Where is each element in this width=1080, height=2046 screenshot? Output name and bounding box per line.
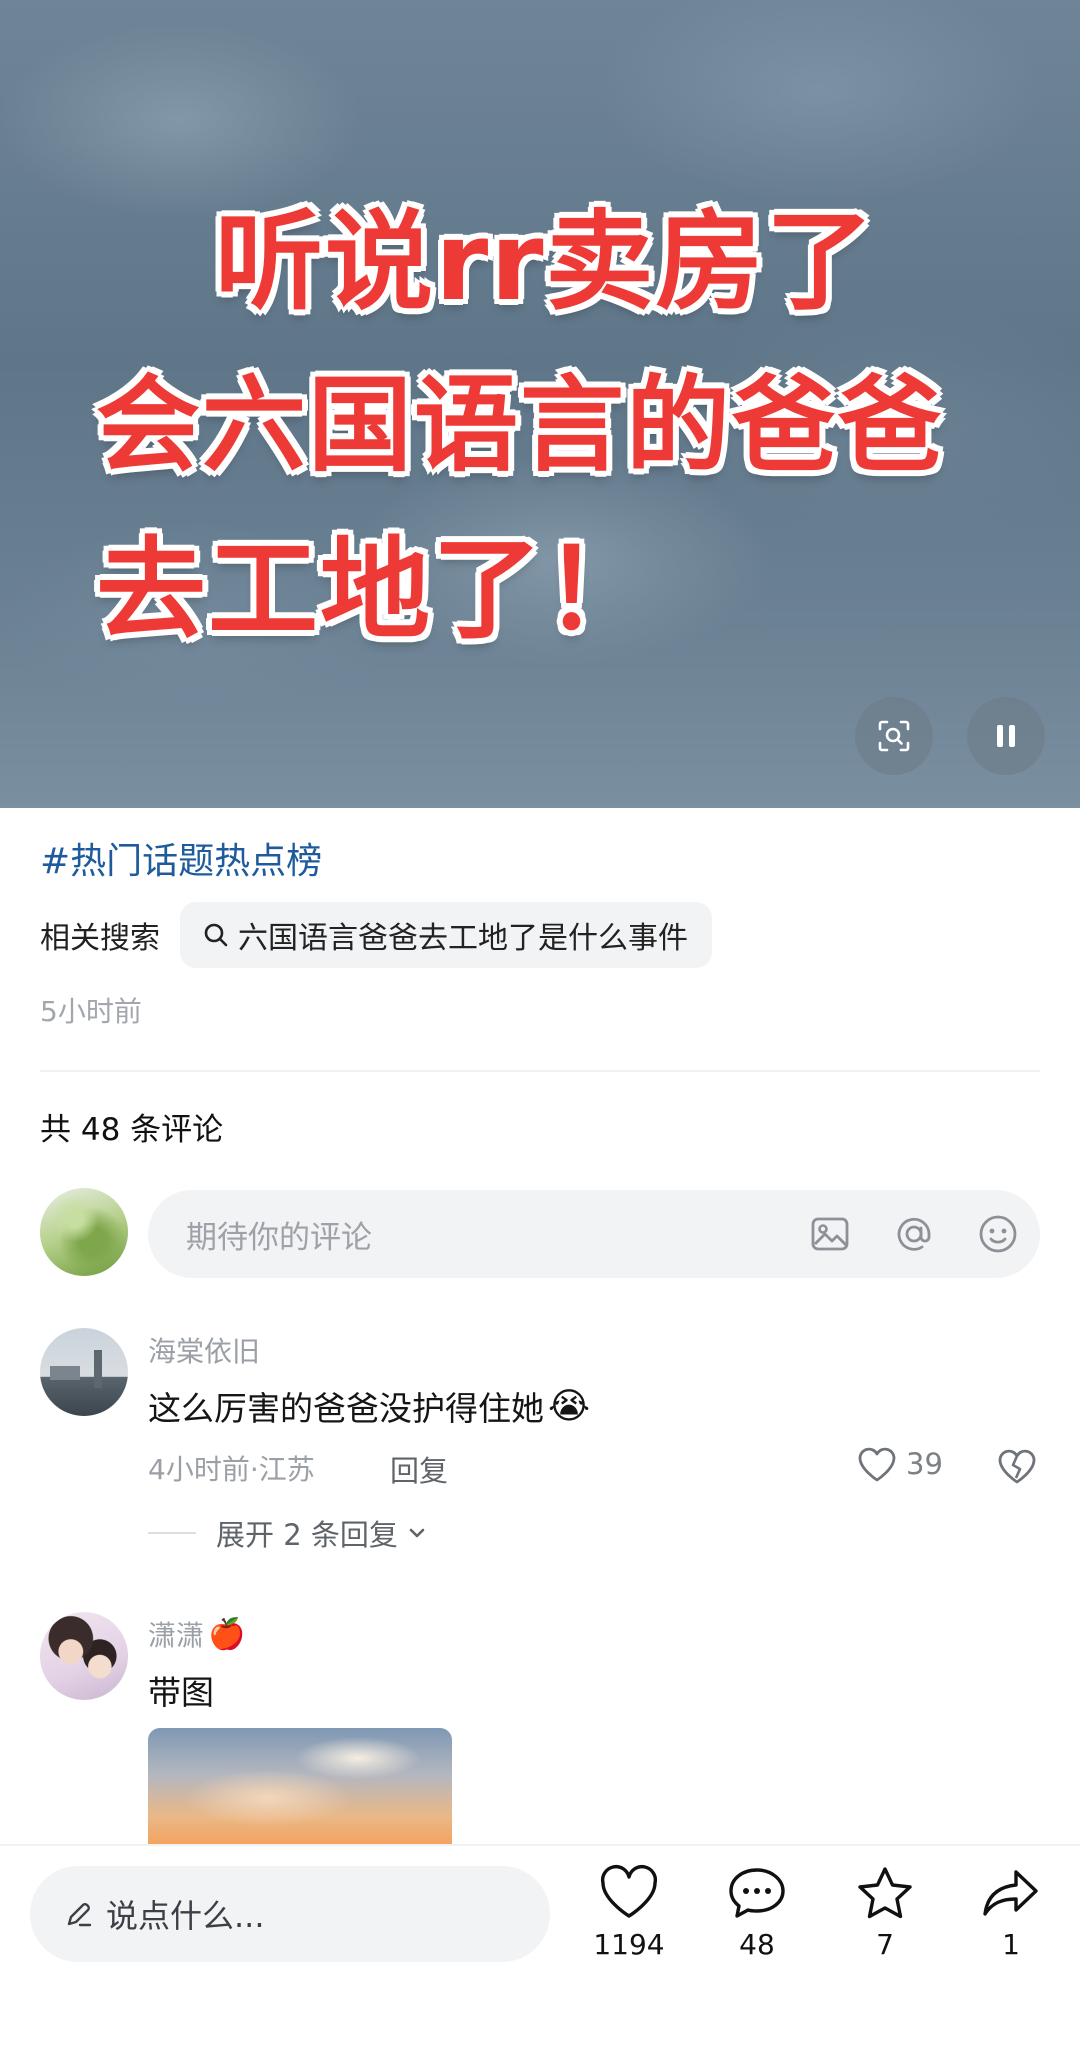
comment-count-heading: 共 48 条评论 xyxy=(40,1112,224,1148)
comment-like-button[interactable]: 39 xyxy=(856,1444,943,1484)
topic-hashtag-link[interactable]: #热门话题热点榜 xyxy=(40,832,322,884)
like-button[interactable]: 1194 xyxy=(574,1864,684,1961)
post-timestamp: 5小时前 xyxy=(40,995,142,1028)
hero-text-line-2: 会六国语言的爸爸 xyxy=(96,364,945,486)
chevron-down-icon xyxy=(409,1528,425,1538)
comment-button[interactable]: 48 xyxy=(702,1864,812,1961)
comment-count: 48 xyxy=(739,1928,775,1961)
comment-text: 这么厉害的爸爸没护得住她 😭 xyxy=(148,1382,590,1430)
like-count: 1194 xyxy=(593,1928,665,1961)
expand-replies-label: 展开 2 条回复 xyxy=(216,1518,398,1552)
commenter-name-text: 潇潇 xyxy=(148,1619,205,1652)
related-search-query: 六国语言爸爸去工地了是什么事件 xyxy=(238,921,688,956)
at-icon xyxy=(897,1217,931,1251)
image-icon xyxy=(811,1217,849,1251)
bottom-action-bar: 说点什么... 1194 48 7 1 xyxy=(0,1844,1080,2046)
comment-text-body: 这么厉害的爸爸没护得住她 xyxy=(148,1389,544,1428)
favorite-button[interactable]: 7 xyxy=(830,1864,940,1961)
image-picker-button[interactable] xyxy=(788,1212,872,1256)
mention-button[interactable] xyxy=(872,1211,956,1257)
expand-replies-button[interactable]: 展开 2 条回复 xyxy=(148,1512,428,1554)
apple-emoji: 🍎 xyxy=(208,1616,246,1652)
divider xyxy=(148,1532,196,1534)
broken-heart-icon xyxy=(998,1449,1036,1484)
share-button[interactable]: 1 xyxy=(956,1864,1066,1961)
pencil-icon xyxy=(67,1903,92,1927)
comment-composer[interactable]: 期待你的评论 xyxy=(148,1190,1040,1278)
comment-bubble-icon xyxy=(729,1868,785,1918)
comment-dislike-button[interactable] xyxy=(996,1446,1038,1490)
commenter-name[interactable]: 海棠依旧 xyxy=(148,1330,260,1370)
star-icon xyxy=(858,1867,912,1919)
share-arrow-icon xyxy=(983,1870,1038,1916)
pause-button[interactable] xyxy=(967,697,1045,775)
emoji-icon xyxy=(979,1215,1017,1253)
related-search-row: 相关搜索 六国语言爸爸去工地了是什么事件 xyxy=(40,902,712,968)
pause-icon xyxy=(997,725,1015,747)
crying-emoji: 😭 xyxy=(548,1385,591,1427)
hero-text-line-1: 听说rr卖房了 xyxy=(215,200,876,325)
my-avatar[interactable] xyxy=(40,1188,128,1276)
commenter-avatar[interactable] xyxy=(40,1328,128,1416)
say-something-placeholder: 说点什么... xyxy=(106,1897,265,1935)
emoji-picker-button[interactable] xyxy=(956,1211,1040,1257)
comment-like-count: 39 xyxy=(906,1447,943,1481)
heart-icon xyxy=(858,1447,896,1482)
reply-button[interactable]: 回复 xyxy=(390,1448,448,1490)
related-search-label: 相关搜索 xyxy=(40,921,160,956)
divider xyxy=(40,1070,1040,1072)
say-something-input[interactable]: 说点什么... xyxy=(30,1866,550,1962)
share-count: 1 xyxy=(1002,1928,1020,1961)
comment-input[interactable]: 期待你的评论 xyxy=(186,1212,788,1257)
related-search-chip[interactable]: 六国语言爸爸去工地了是什么事件 xyxy=(180,902,712,968)
comment-text: 带图 xyxy=(148,1673,214,1712)
commenter-avatar[interactable] xyxy=(40,1612,128,1700)
search-icon xyxy=(204,923,228,947)
commenter-name[interactable]: 潇潇 🍎 xyxy=(148,1614,245,1654)
screen-search-icon xyxy=(878,720,910,752)
hero-text-line-3: 去工地了！ xyxy=(96,526,656,654)
comment-image[interactable] xyxy=(148,1728,452,1846)
comment-meta: 4小时前·江苏 xyxy=(148,1453,315,1486)
video-player[interactable]: 听说rr卖房了 会六国语言的爸爸 去工地了！ xyxy=(0,0,1080,808)
screen-search-button[interactable] xyxy=(855,697,933,775)
favorite-count: 7 xyxy=(876,1928,894,1961)
heart-icon xyxy=(600,1864,658,1918)
